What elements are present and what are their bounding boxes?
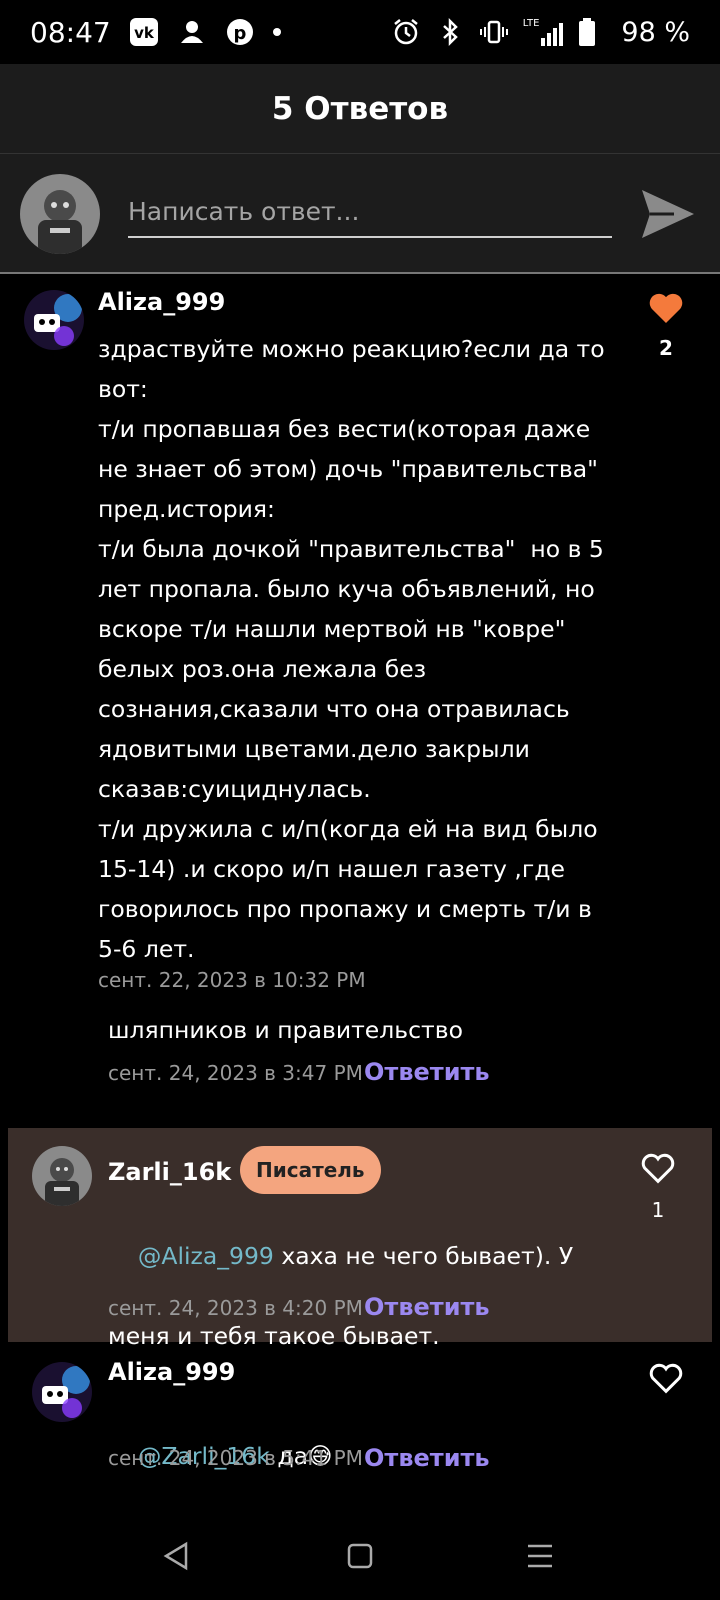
home-button[interactable] xyxy=(336,1532,384,1580)
user-avatar[interactable] xyxy=(32,1146,92,1206)
battery-level: 98 % xyxy=(621,16,690,48)
back-button[interactable] xyxy=(154,1532,202,1580)
comment-item-highlighted: Zarli_16k Писатель @Aliza_999 хаха не че… xyxy=(8,1128,712,1350)
network-type: LTE xyxy=(522,18,540,29)
back-triangle-icon xyxy=(154,1541,202,1584)
comment-timestamp: сент. 24, 2023 в 3:47 PM xyxy=(108,1061,363,1085)
battery-icon xyxy=(577,17,607,47)
reply-input[interactable] xyxy=(128,186,612,238)
comment-text: шляпников и правительство xyxy=(108,1016,463,1044)
pinterest-icon: p xyxy=(225,17,255,47)
heart-outline-icon xyxy=(646,1363,686,1402)
like-count: 1 xyxy=(651,1198,665,1222)
vk-icon: vk xyxy=(129,17,159,47)
comment-username[interactable]: Aliza_999 xyxy=(108,1358,235,1386)
user-avatar[interactable] xyxy=(24,290,84,350)
writer-badge: Писатель xyxy=(240,1146,381,1194)
alarm-icon xyxy=(391,17,421,47)
like-button[interactable] xyxy=(646,288,686,328)
comment-item: шляпников и правительство сент. 24, 2023… xyxy=(0,1010,720,1110)
person-icon xyxy=(177,17,207,47)
comment-text: здраствуйте можно реакцию?если да то вот… xyxy=(98,335,605,963)
comment-timestamp: сент. 22, 2023 в 10:32 PM xyxy=(98,968,366,992)
status-time: 08:47 xyxy=(30,15,111,49)
send-icon xyxy=(638,190,698,248)
reply-button[interactable]: Ответить xyxy=(364,1058,490,1086)
comment-username[interactable]: Zarli_16k xyxy=(108,1158,231,1186)
comment-item: Aliza_999 @Zarli_16k да😅 сент. 24, 2023 … xyxy=(0,1358,720,1498)
like-button[interactable] xyxy=(638,1148,678,1188)
send-button[interactable] xyxy=(638,184,698,244)
svg-text:vk: vk xyxy=(134,24,155,42)
comment-text-part: хаха не чего бывает). У xyxy=(273,1242,574,1270)
comment-timestamp: сент. 24, 2023 в 5:41 PM xyxy=(108,1446,363,1470)
comment-item: Aliza_999 здраствуйте можно реакцию?если… xyxy=(0,276,720,1110)
bluetooth-icon xyxy=(435,17,465,47)
reply-composer xyxy=(0,154,720,274)
reply-button[interactable]: Ответить xyxy=(364,1293,490,1321)
dot-icon xyxy=(272,28,281,36)
like-button[interactable] xyxy=(646,1358,686,1398)
svg-text:p: p xyxy=(233,23,246,44)
heart-outline-icon xyxy=(638,1153,678,1192)
comment-timestamp: сент. 24, 2023 в 4:20 PM xyxy=(108,1296,363,1320)
my-avatar[interactable] xyxy=(20,174,100,254)
system-nav-bar xyxy=(0,1512,720,1600)
page-header: 5 Ответов xyxy=(0,64,720,154)
heart-filled-icon xyxy=(646,293,686,332)
user-mention[interactable]: @Aliza_999 xyxy=(138,1242,274,1270)
signal-icon: LTE xyxy=(523,18,564,46)
user-avatar[interactable] xyxy=(32,1362,92,1422)
menu-lines-icon xyxy=(516,1544,564,1584)
reply-button[interactable]: Ответить xyxy=(364,1444,490,1472)
recents-button[interactable] xyxy=(516,1532,564,1580)
like-count: 2 xyxy=(659,336,673,360)
comment-username[interactable]: Aliza_999 xyxy=(98,288,225,316)
vibrate-icon xyxy=(479,17,509,47)
page-title: 5 Ответов xyxy=(271,90,449,127)
home-square-icon xyxy=(336,1543,384,1584)
comment-text-part: меня и тебя такое бывает. xyxy=(108,1322,440,1350)
status-bar: 08:47 vk p LTE 98 % xyxy=(0,0,720,64)
